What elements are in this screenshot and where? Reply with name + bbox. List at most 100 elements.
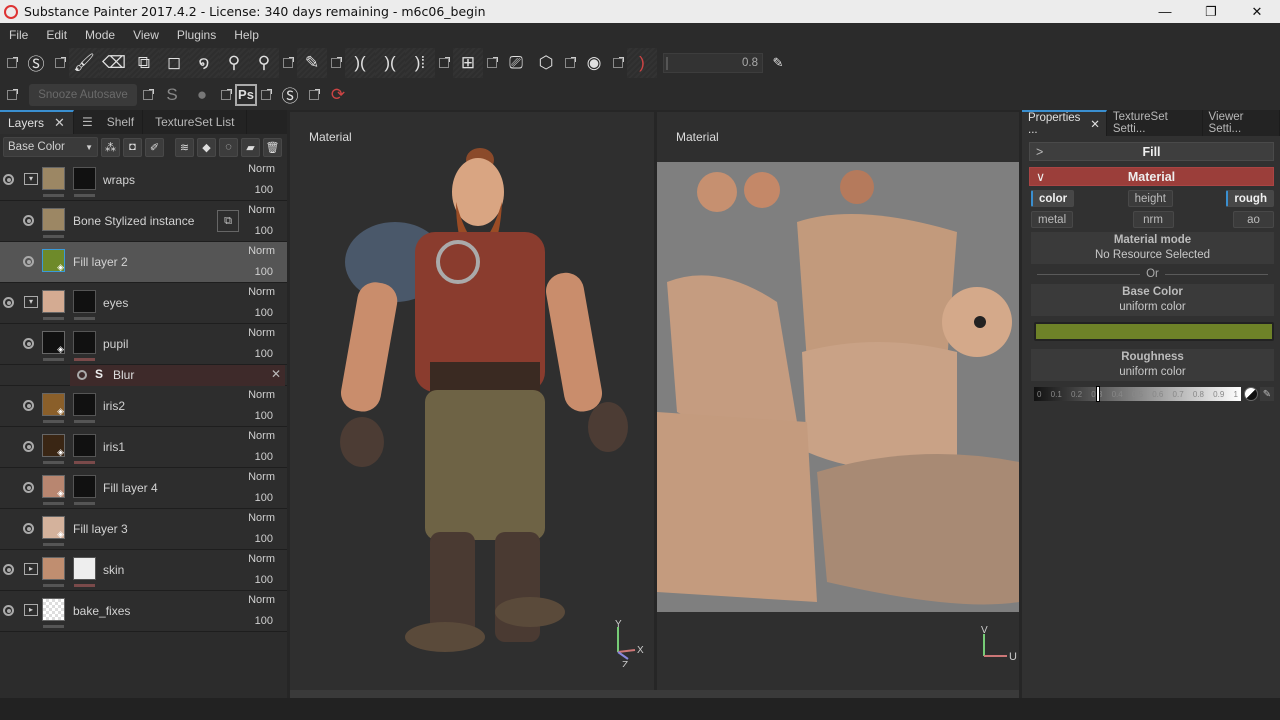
material-mode-slot[interactable]: Material mode No Resource Selected — [1031, 232, 1274, 264]
blend-mode[interactable]: Norm — [248, 286, 275, 298]
visibility-toggle-icon[interactable] — [23, 441, 34, 452]
symmetry-icon[interactable]: )( — [345, 47, 375, 78]
roughness-gradient[interactable]: 00.10.20.30.40.50.60.70.80.91 — [1034, 386, 1241, 402]
close-button[interactable]: ✕ — [1234, 0, 1280, 23]
layer-mask-thumbnail[interactable] — [73, 167, 96, 190]
layer-thumbnail[interactable]: ◈ — [42, 393, 65, 416]
close-icon[interactable]: ✕ — [54, 115, 65, 131]
roughness-slider[interactable]: 00.10.20.30.40.50.60.70.80.91 ✎ — [1034, 386, 1274, 402]
layer-row[interactable]: ◈ Fill layer 3 Norm 100 — [0, 509, 287, 550]
layer-thumbnail[interactable] — [42, 167, 65, 190]
viewport-3d[interactable]: Material Y X Z — [290, 112, 654, 690]
symmetry-mirror-icon[interactable]: )⁞ — [405, 47, 435, 78]
layer-thumbnail[interactable] — [42, 557, 65, 580]
layer-row[interactable]: Bone Stylized instance ⧉ Norm 100 — [0, 201, 287, 242]
visibility-toggle-icon[interactable] — [23, 523, 34, 534]
layer-row[interactable]: ◈ Fill layer 2 Norm 100 — [0, 242, 287, 283]
menu-plugins[interactable]: Plugins — [168, 28, 225, 42]
add-effect-button[interactable]: ⁂ — [101, 137, 120, 157]
channel-select[interactable]: Base Color ▼ — [3, 137, 98, 157]
blend-mode[interactable]: Norm — [248, 471, 275, 483]
roughness-slot[interactable]: Roughness uniform color — [1031, 349, 1274, 381]
channel-color-toggle[interactable]: color — [1031, 190, 1075, 207]
roughness-slider-handle[interactable] — [1096, 386, 1101, 402]
blend-mode[interactable]: Norm — [248, 430, 275, 442]
add-folder-button[interactable]: ▰ — [241, 137, 260, 157]
menu-mode[interactable]: Mode — [76, 28, 124, 42]
photoshop-export-button[interactable]: Ps — [235, 83, 257, 106]
add-mask-button[interactable]: ◘ — [123, 137, 142, 157]
viewport-2d[interactable]: Material V U — [657, 112, 1019, 690]
detach-icon[interactable] — [331, 56, 342, 68]
layer-row[interactable]: ▾ eyes Norm 100 — [0, 283, 287, 324]
layer-thumbnail[interactable]: ◈ — [42, 475, 65, 498]
visibility-toggle-icon[interactable] — [23, 215, 34, 226]
layer-mask-thumbnail[interactable] — [73, 557, 96, 580]
tab-shelf[interactable]: ☰ Shelf — [74, 110, 144, 134]
delete-layer-button[interactable]: 🗑 — [263, 137, 282, 157]
layer-opacity[interactable]: 100 — [255, 348, 273, 360]
camera-icon[interactable]: ⎚ — [501, 48, 531, 78]
layer-thumbnail[interactable]: ◈ — [42, 516, 65, 539]
channel-rough-toggle[interactable]: rough — [1226, 190, 1274, 207]
layer-opacity[interactable]: 100 — [255, 266, 273, 278]
menu-file[interactable]: File — [0, 28, 37, 42]
color-picker-icon[interactable]: ✎ — [297, 47, 327, 78]
visibility-toggle-icon[interactable] — [3, 297, 14, 308]
base-color-slot[interactable]: Base Color uniform color — [1031, 284, 1274, 316]
substance-logo-icon[interactable]: Ⓢ — [21, 48, 51, 78]
layer-row[interactable]: ◈ iris2 Norm 100 — [0, 386, 287, 427]
resources-updater-icon[interactable]: ⟳ — [323, 80, 353, 110]
viewport-split-icon[interactable]: ⊞ — [453, 47, 483, 78]
blend-mode[interactable]: Norm — [248, 327, 275, 339]
record-icon[interactable]: ● — [187, 80, 217, 110]
tab-textureset-settings[interactable]: TextureSet Setti... — [1107, 110, 1203, 136]
folder-closed-icon[interactable]: ▸ — [24, 563, 38, 575]
layer-opacity[interactable]: 100 — [255, 574, 273, 586]
menu-view[interactable]: View — [124, 28, 168, 42]
smudge-icon[interactable]: ໑ — [189, 47, 219, 78]
pencil-icon[interactable]: ✎ — [1260, 387, 1274, 401]
layer-opacity[interactable]: 100 — [255, 184, 273, 196]
tab-textureset-list[interactable]: TextureSet List — [143, 110, 248, 134]
brush-alignment-icon[interactable]: ) — [627, 47, 657, 78]
instance-source-icon[interactable]: ⧉ — [217, 210, 239, 232]
add-mask-with-fill-button[interactable]: ◌ — [219, 137, 238, 157]
blend-mode[interactable]: Norm — [248, 163, 275, 175]
folder-open-icon[interactable]: ▾ — [24, 296, 38, 308]
layer-row[interactable]: ▾ wraps Norm 100 — [0, 160, 287, 201]
add-layer-button[interactable]: ≋ — [175, 137, 194, 157]
menu-edit[interactable]: Edit — [37, 28, 76, 42]
blend-mode[interactable]: Norm — [248, 245, 275, 257]
menu-help[interactable]: Help — [225, 28, 268, 42]
layer-thumbnail[interactable] — [42, 208, 65, 231]
eraser-icon[interactable]: ⌫ — [99, 47, 129, 78]
layer-thumbnail[interactable]: ◈ — [42, 249, 65, 272]
detach-icon[interactable] — [55, 56, 66, 68]
detach-icon[interactable] — [7, 88, 18, 100]
detach-icon[interactable] — [283, 56, 294, 68]
symmetry-x-icon[interactable]: )( — [375, 47, 405, 78]
layer-mask-thumbnail[interactable] — [73, 475, 96, 498]
blend-mode[interactable]: Norm — [248, 204, 275, 216]
visibility-toggle-icon[interactable] — [3, 564, 14, 575]
remove-effect-icon[interactable]: ✕ — [271, 367, 281, 381]
visibility-toggle-icon[interactable] — [23, 338, 34, 349]
layer-thumbnail[interactable]: ◈ — [42, 434, 65, 457]
detach-icon[interactable] — [7, 56, 18, 68]
visibility-toggle-icon[interactable] — [23, 482, 34, 493]
random-seed-icon[interactable] — [1244, 387, 1258, 401]
visibility-toggle-icon[interactable] — [3, 174, 14, 185]
viewport-scrollbar[interactable] — [290, 690, 1019, 698]
detach-icon[interactable] — [613, 56, 624, 68]
substance-share-icon[interactable]: S — [157, 80, 187, 110]
pencil-icon[interactable]: ✎ — [763, 48, 793, 78]
channel-height-toggle[interactable]: height — [1127, 190, 1173, 207]
blend-mode[interactable]: Norm — [248, 389, 275, 401]
screenshot-icon[interactable]: ◉ — [579, 48, 609, 78]
cube-icon[interactable]: ⬡ — [531, 48, 561, 78]
detach-icon[interactable] — [487, 56, 498, 68]
blend-mode[interactable]: Norm — [248, 553, 275, 565]
folder-open-icon[interactable]: ▾ — [24, 173, 38, 185]
minimize-button[interactable]: — — [1142, 0, 1188, 23]
